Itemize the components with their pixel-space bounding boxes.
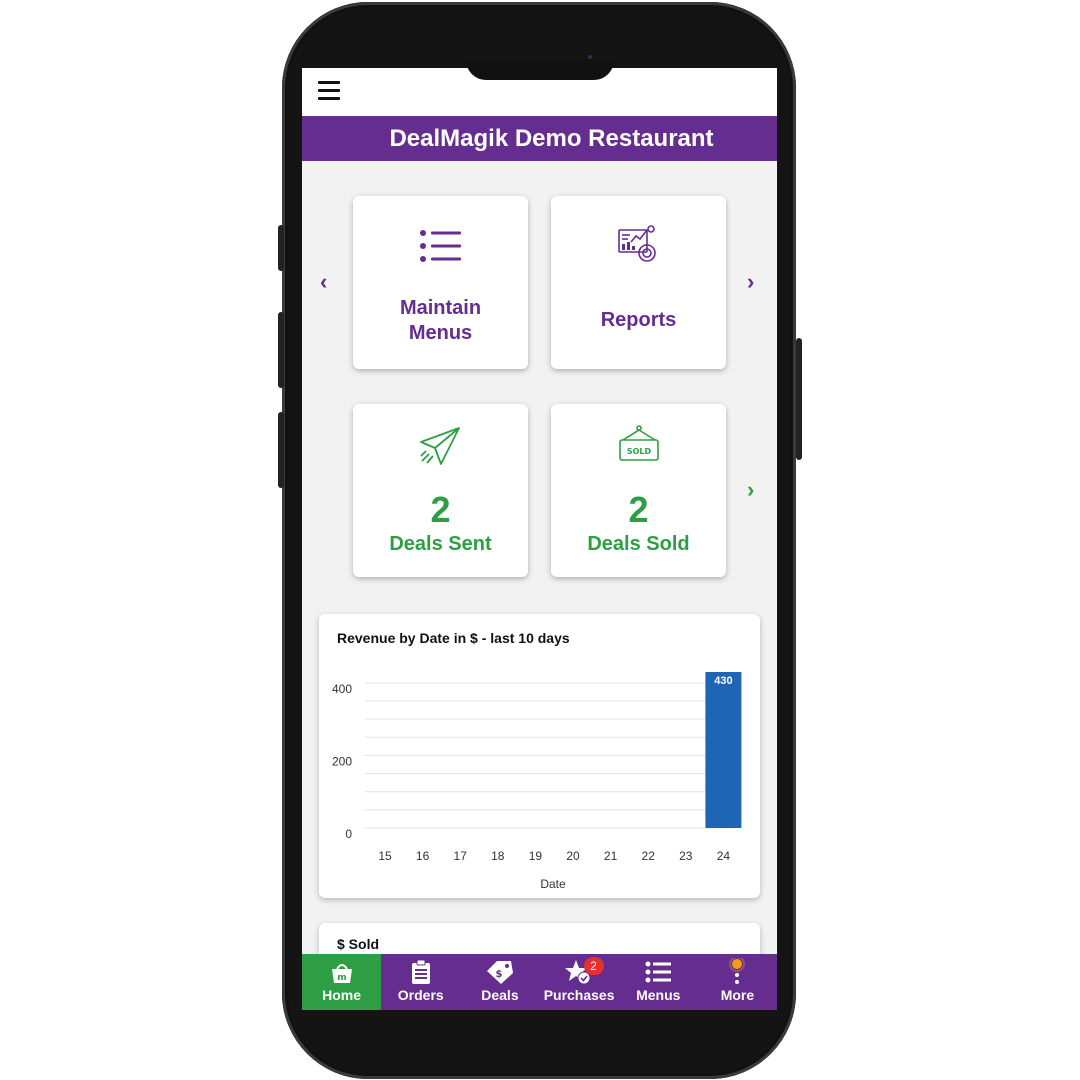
bottom-nav: m Home Orders $ Deals 2 Purchases Menus … [302, 954, 777, 1010]
deals-sold-count: 2 [628, 489, 649, 530]
revenue-chart-card: Revenue by Date in $ - last 10 days 0 200… [319, 614, 760, 898]
nav-label: Deals [481, 987, 519, 1003]
x-tick-label: 15 [378, 849, 392, 863]
maintain-menus-tile[interactable]: Maintain Menus [353, 196, 528, 369]
tile-label-line: Menus [408, 322, 473, 344]
card-title: $ Sold [337, 936, 380, 952]
side-button [278, 412, 284, 488]
x-tick-label: 17 [454, 849, 468, 863]
x-tick-label: 24 [717, 849, 731, 863]
clipboard-icon [381, 958, 460, 986]
camera-icon [588, 55, 592, 59]
carousel-next-arrow-icon[interactable]: › [747, 479, 754, 501]
tile-label: Maintain Menus [353, 296, 528, 346]
deals-sent-count: 2 [430, 489, 451, 530]
tile-label: Deals Sold [587, 533, 690, 555]
nav-label: More [720, 987, 755, 1003]
tile-label: Reports [600, 309, 677, 331]
nav-item-orders[interactable]: Orders [381, 954, 460, 1010]
x-tick-label: 21 [604, 849, 618, 863]
y-tick-label: 0 [345, 827, 352, 841]
nav-item-deals[interactable]: $ Deals [460, 954, 539, 1010]
carousel-prev-arrow-icon[interactable]: ‹ [320, 271, 327, 293]
side-button [278, 312, 284, 388]
report-chart-icon [617, 224, 661, 269]
revenue-bar-chart: 0 200 400 15 16 17 18 19 20 21 22 23 430 24 Date [332, 672, 742, 891]
page-title: DealMagik Demo Restaurant [389, 125, 714, 152]
x-tick-label: 22 [642, 849, 656, 863]
deals-sent-tile[interactable]: 2 Deals Sent [353, 404, 528, 577]
svg-text:m: m [337, 973, 346, 983]
camera-notch [466, 60, 614, 80]
list-icon [419, 228, 463, 269]
notification-badge: 2 [583, 957, 604, 975]
carousel-next-arrow-icon[interactable]: › [747, 271, 754, 293]
x-tick-label: 23 [679, 849, 693, 863]
nav-item-menus[interactable]: Menus [619, 954, 698, 1010]
sold-sign-icon: SOLD [617, 424, 661, 469]
y-tick-label: 400 [332, 682, 352, 696]
reports-tile[interactable]: Reports [551, 196, 726, 369]
side-button [278, 225, 284, 271]
bar-data-label: 430 [714, 675, 732, 687]
x-tick-label: 18 [491, 849, 505, 863]
list-icon [619, 958, 698, 986]
svg-text:$: $ [495, 969, 502, 980]
page-title-bar: DealMagik Demo Restaurant [302, 116, 777, 161]
nav-item-more[interactable]: More [698, 954, 777, 1010]
x-tick-label: 20 [566, 849, 580, 863]
deals-sold-tile[interactable]: SOLD 2 Deals Sold [551, 404, 726, 577]
tile-label-line: Maintain [399, 297, 482, 319]
more-icon [698, 958, 777, 986]
paper-plane-icon [419, 426, 461, 471]
y-tick-label: 200 [332, 754, 352, 768]
nav-label: Orders [397, 987, 444, 1003]
hamburger-menu-icon[interactable] [318, 81, 340, 101]
side-button [796, 338, 802, 460]
nav-label: Menus [636, 987, 681, 1003]
nav-label: Home [322, 987, 362, 1003]
star-check-icon [540, 958, 619, 986]
nav-item-home[interactable]: m Home [302, 954, 382, 1010]
nav-label: Purchases [543, 987, 615, 1003]
tile-label: Deals Sent [389, 533, 492, 555]
tag-icon: $ [460, 958, 539, 986]
bar [705, 672, 742, 828]
x-axis-label: Date [540, 877, 566, 891]
x-tick-label: 16 [416, 849, 430, 863]
x-tick-label: 19 [529, 849, 543, 863]
home-logo-icon: m [302, 958, 381, 986]
app-screen: DealMagik Demo Restaurant ‹ › › Maintain… [302, 68, 777, 1010]
svg-text:SOLD: SOLD [627, 447, 652, 456]
nav-item-purchases[interactable]: 2 Purchases [540, 954, 619, 1010]
